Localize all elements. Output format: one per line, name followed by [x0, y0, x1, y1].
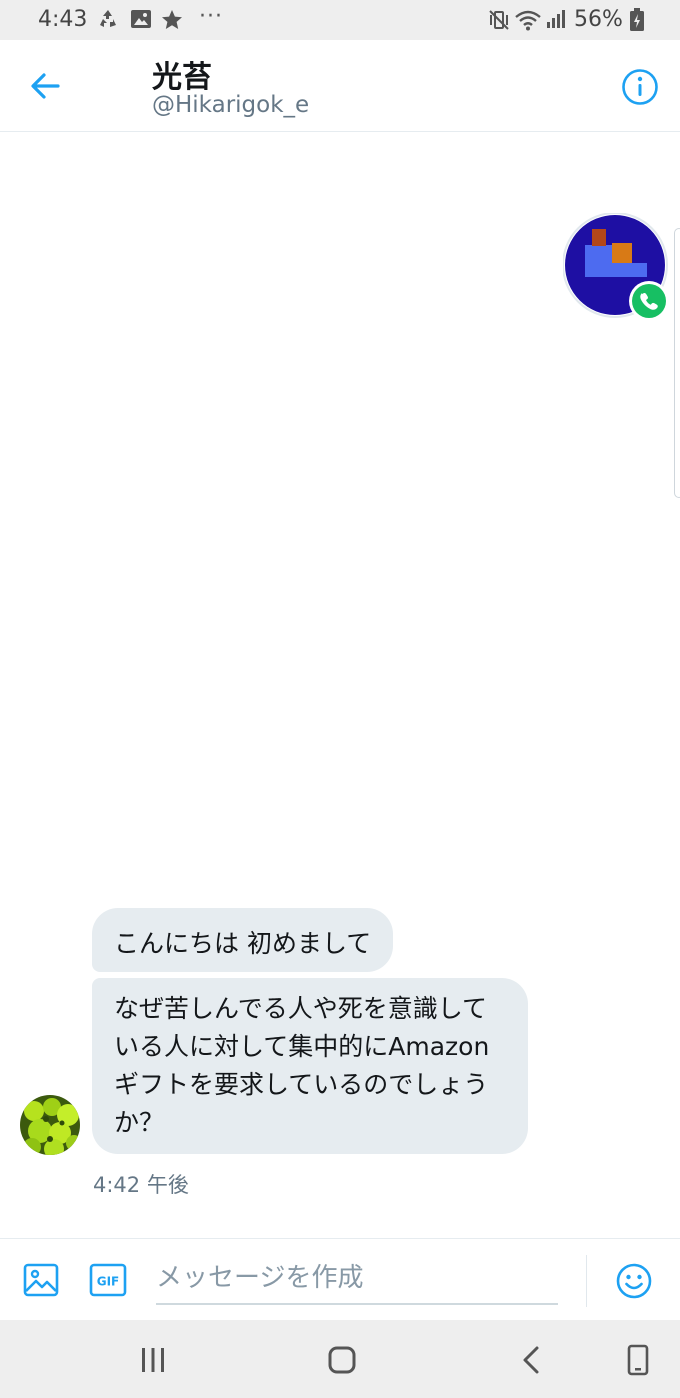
add-photo-button[interactable]: [22, 1261, 60, 1299]
message-bubble[interactable]: なぜ苦しんでる人や死を意識している人に対して集中的にAmazonギフトを要求して…: [92, 978, 528, 1154]
gif-label: GIF: [97, 1275, 120, 1289]
image-icon: [23, 1263, 59, 1297]
info-icon: [622, 69, 658, 105]
status-time: 4:43: [38, 7, 88, 32]
smiley-icon: [616, 1263, 652, 1299]
info-button[interactable]: [620, 67, 660, 107]
battery-charging-icon: [629, 8, 645, 36]
sender-avatar[interactable]: [20, 1095, 80, 1155]
composer-divider: [586, 1255, 587, 1307]
message-composer: GIF: [0, 1238, 680, 1320]
user-handle[interactable]: @Hikarigok_e: [152, 92, 309, 118]
recycle-icon: [97, 8, 119, 34]
signal-icon: [545, 8, 567, 34]
wifi-icon: [514, 8, 542, 36]
screen-rotate-icon: [627, 1344, 649, 1376]
add-gif-button[interactable]: GIF: [89, 1263, 127, 1297]
dm-conversation-screen: 4:43 ··· 56% 光苔 @Hikarigok_e こんにちは 初めまして…: [0, 0, 680, 1398]
star-icon: [160, 8, 184, 36]
mute-vibrate-icon: [487, 8, 511, 36]
recent-apps-button[interactable]: [135, 1342, 171, 1378]
back-button[interactable]: [28, 66, 64, 106]
display-name[interactable]: 光苔: [152, 52, 212, 96]
conversation-header: 光苔 @Hikarigok_e: [0, 40, 680, 132]
participant-avatar[interactable]: [562, 212, 671, 321]
message-input[interactable]: [156, 1253, 558, 1305]
rotate-button[interactable]: [620, 1342, 656, 1378]
message-bubble[interactable]: こんにちは 初めまして: [92, 908, 394, 972]
status-bar: 4:43 ··· 56%: [0, 0, 680, 40]
battery-percent: 56%: [574, 7, 623, 32]
message-thread[interactable]: こんにちは 初めまして なぜ苦しんでる人や死を意識している人に対して集中的にAm…: [0, 133, 680, 1238]
recent-apps-icon: [142, 1348, 164, 1372]
home-icon: [328, 1346, 356, 1374]
nav-back-button[interactable]: [514, 1342, 550, 1378]
message-timestamp: 4:42 午後: [93, 1173, 189, 1197]
back-icon: [523, 1346, 539, 1374]
system-nav-bar: [0, 1320, 680, 1398]
arrow-left-icon: [31, 73, 60, 99]
home-button[interactable]: [324, 1342, 360, 1378]
overflow-dots: ···: [199, 4, 223, 29]
emoji-button[interactable]: [614, 1261, 654, 1301]
scroll-edge-indicator: [674, 228, 680, 498]
gallery-icon: [130, 8, 152, 34]
